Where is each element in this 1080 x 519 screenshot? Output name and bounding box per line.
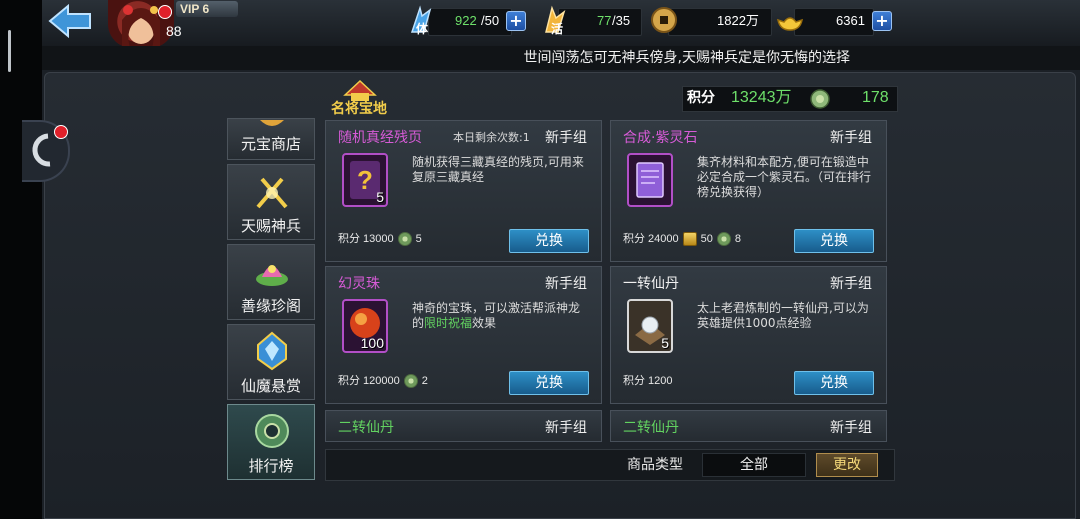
jade-value: 178	[862, 89, 889, 106]
jade-coin-icon	[397, 232, 412, 247]
player-level: 88	[166, 23, 182, 39]
copper-coin-icon	[648, 4, 680, 36]
cost-gold: 50	[700, 233, 713, 245]
tab-charity-pavilion[interactable]: 善缘珍阁	[227, 244, 315, 320]
item-name: 幻灵珠	[338, 276, 380, 292]
item-slot[interactable]: ? 5	[342, 153, 388, 207]
add-stamina-button[interactable]: +	[506, 11, 526, 31]
item-slot[interactable]: 5	[627, 299, 673, 353]
shop-item-card: 二转仙丹 新手组	[325, 410, 602, 442]
lotus-icon	[252, 251, 292, 291]
filter-bar	[325, 449, 895, 481]
tab-label: 天赐神兵	[240, 217, 301, 235]
add-ingot-button[interactable]: +	[872, 11, 892, 31]
item-tier: 新手组	[545, 130, 587, 146]
tab-label: 善缘珍阁	[240, 297, 301, 315]
item-slot[interactable]	[627, 153, 673, 207]
cost-points: 积分 13000	[338, 233, 394, 245]
shop-item-card: 一转仙丹 新手组 5 太上老君炼制的一转仙丹,可以为英雄提供1000点经验 积分…	[610, 266, 887, 404]
item-tier: 新手组	[545, 276, 587, 292]
points-value: 13243万	[731, 89, 792, 106]
back-button[interactable]	[48, 3, 92, 39]
item-count: 100	[360, 335, 384, 351]
item-tier: 新手组	[830, 276, 872, 292]
item-count: 5	[376, 189, 384, 205]
jade-coin-icon	[403, 374, 418, 389]
item-type-select[interactable]: 全部	[702, 453, 806, 477]
change-button[interactable]: 更改	[816, 453, 878, 477]
notification-dot	[54, 125, 68, 139]
crystal-icon	[252, 331, 292, 371]
tab-divine-weapons[interactable]: 天赐神兵	[227, 164, 315, 240]
cost-jade: 5	[415, 233, 422, 245]
item-tier: 新手组	[545, 420, 587, 436]
filter-label: 商品类型	[627, 457, 683, 473]
tab-ingot-shop[interactable]: 元宝商店	[227, 118, 315, 160]
exchange-button[interactable]: 兑换	[509, 229, 589, 253]
item-slot[interactable]: 100	[342, 299, 388, 353]
tab-ranking[interactable]: 排行榜	[227, 404, 315, 480]
announcement-text: 世间闯荡怎可无神兵傍身,天赐神兵定是你无悔的选择	[523, 50, 850, 66]
jade-coin-icon	[716, 232, 731, 247]
shop-item-card: 合成·紫灵石 新手组 集齐材料和本配方,便可在锻造中必定合成一个紫灵石。（可在排…	[610, 120, 887, 262]
energy-max: /35	[612, 13, 631, 28]
item-description: 太上老君炼制的一转仙丹,可以为英雄提供1000点经验	[697, 301, 869, 330]
cost-points: 积分 120000	[338, 375, 400, 387]
gold-ingot-icon	[682, 232, 697, 247]
shop-item-card: 随机真经残页 本日剩余次数:1 新手组 ? 5 随机获得三藏真经的残页,可用来复…	[325, 120, 602, 262]
item-tier: 新手组	[830, 130, 872, 146]
ingot-value: 6361	[836, 13, 865, 28]
jade-coin-icon	[810, 89, 830, 109]
energy-current: 77	[597, 13, 612, 28]
cost-points: 积分 24000	[623, 233, 679, 245]
tab-label: 仙魔悬赏	[240, 377, 301, 395]
vip-badge[interactable]: VIP 6	[176, 1, 238, 17]
cost-jade: 2	[421, 375, 428, 387]
exchange-button[interactable]: 兑换	[794, 229, 874, 253]
item-description: 集齐材料和本配方,便可在锻造中必定合成一个紫灵石。（可在排行榜兑换获得）	[697, 155, 872, 199]
gold-ingot-icon	[774, 4, 806, 36]
tab-bounty[interactable]: 仙魔悬赏	[227, 324, 315, 400]
daily-remaining: 本日剩余次数:1	[453, 131, 530, 144]
item-description: 神奇的宝珠，可以激活帮派神龙的限时祝福效果	[412, 301, 590, 331]
exchange-button[interactable]: 兑换	[509, 371, 589, 395]
item-description: 随机获得三藏真经的残页,可用来复原三藏真经	[412, 155, 584, 184]
item-name: 随机真经残页	[338, 130, 422, 146]
svg-text:?: ?	[357, 165, 373, 195]
treasure-icon	[252, 115, 292, 126]
edge-handle	[8, 30, 11, 72]
item-cost: 积分 1200	[623, 373, 673, 389]
purple-scroll-icon	[636, 162, 664, 198]
item-name: 二转仙丹	[338, 420, 394, 436]
item-name: 一转仙丹	[623, 276, 679, 292]
system-edge-strip	[0, 0, 42, 519]
item-name: 二转仙丹	[623, 420, 679, 436]
jade-ring-icon	[252, 411, 292, 451]
points-label: 积分	[687, 90, 715, 106]
cost-points: 积分 1200	[623, 375, 673, 387]
item-cost: 积分 120000 2	[338, 373, 428, 389]
item-count: 5	[661, 335, 669, 351]
cost-jade: 8	[734, 233, 742, 245]
crossed-swords-icon	[252, 173, 292, 213]
tab-label: 元宝商店	[240, 135, 301, 153]
coin-value: 1822万	[717, 13, 759, 28]
stamina-label: 体	[416, 22, 429, 36]
shop-title: 名将宝地	[331, 101, 387, 117]
energy-label: 活	[551, 22, 564, 36]
desc-highlight: 限时祝福	[424, 316, 473, 330]
back-arrow-icon	[48, 3, 91, 39]
notification-dot	[158, 5, 172, 19]
item-name: 合成·紫灵石	[623, 130, 698, 146]
tab-label: 排行榜	[248, 457, 294, 475]
stamina-max: /50	[481, 13, 500, 28]
shop-item-card: 二转仙丹 新手组	[610, 410, 887, 442]
exchange-button[interactable]: 兑换	[794, 371, 874, 395]
item-cost: 积分 13000 5	[338, 231, 422, 247]
stamina-current: 922	[455, 13, 477, 28]
item-tier: 新手组	[830, 420, 872, 436]
shop-item-card: 幻灵珠 新手组 100 神奇的宝珠，可以激活帮派神龙的限时祝福效果 积分 120…	[325, 266, 602, 404]
desc-text: 效果	[472, 316, 497, 330]
item-cost: 积分 24000 50 8	[623, 231, 741, 247]
